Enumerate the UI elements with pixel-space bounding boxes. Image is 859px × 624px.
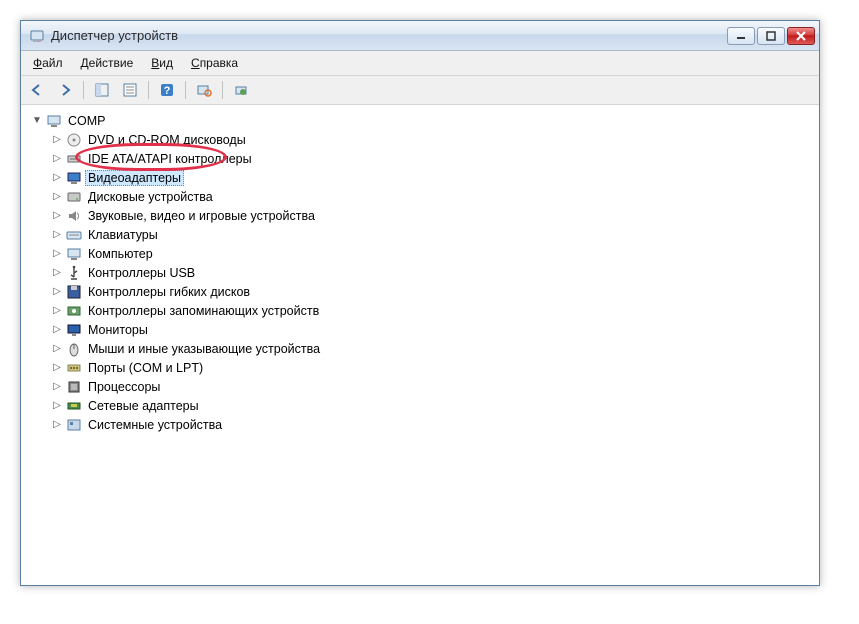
- tree-root-label: COMP: [65, 114, 109, 128]
- monitor-icon: [65, 322, 83, 338]
- display-icon: [65, 170, 83, 186]
- tree-item-label: Порты (COM и LPT): [85, 361, 206, 375]
- expand-icon[interactable]: ▷: [51, 267, 63, 278]
- system-icon: [65, 417, 83, 433]
- tree-item-label: Контроллеры USB: [85, 266, 198, 280]
- expand-icon[interactable]: ▷: [51, 400, 63, 411]
- tree-item-ports[interactable]: ▷ Порты (COM и LPT): [21, 358, 819, 377]
- scan-hardware-button[interactable]: [192, 79, 216, 101]
- tree-item-label: Мониторы: [85, 323, 151, 337]
- svg-text:?: ?: [164, 85, 171, 97]
- expand-icon[interactable]: ▷: [51, 286, 63, 297]
- expand-icon[interactable]: ▷: [51, 343, 63, 354]
- expand-icon[interactable]: ▷: [51, 134, 63, 145]
- tree-item-label: Системные устройства: [85, 418, 225, 432]
- titlebar[interactable]: Диспетчер устройств: [21, 21, 819, 51]
- expand-icon[interactable]: ▷: [51, 229, 63, 240]
- cpu-icon: [65, 379, 83, 395]
- tree-item-cpu[interactable]: ▷ Процессоры: [21, 377, 819, 396]
- toolbar-separator: [185, 81, 186, 99]
- menu-file[interactable]: Файл: [25, 53, 71, 73]
- maximize-button[interactable]: [757, 27, 785, 45]
- menu-action[interactable]: Действие: [73, 53, 142, 73]
- menu-view[interactable]: Вид: [143, 53, 181, 73]
- expand-icon[interactable]: ▷: [51, 172, 63, 183]
- window-controls: [727, 27, 815, 45]
- tree-item-label: Мыши и иные указывающие устройства: [85, 342, 323, 356]
- menubar: Файл Действие Вид Справка: [21, 51, 819, 76]
- computer-icon: [65, 246, 83, 262]
- tree-item-label: Контроллеры запоминающих устройств: [85, 304, 322, 318]
- device-tree[interactable]: ▼ COMP ▷ DVD и CD-ROM дисководы ▷ IDE ATA/A…: [21, 105, 819, 585]
- tree-item-mouse[interactable]: ▷ Мыши и иные указывающие устройства: [21, 339, 819, 358]
- toolbar-separator: [222, 81, 223, 99]
- tree-item-dvd[interactable]: ▷ DVD и CD-ROM дисководы: [21, 130, 819, 149]
- expand-icon[interactable]: ▷: [51, 153, 63, 164]
- computer-icon: [45, 113, 63, 129]
- expand-icon[interactable]: ▷: [51, 191, 63, 202]
- expand-icon[interactable]: ▷: [51, 381, 63, 392]
- sound-icon: [65, 208, 83, 224]
- usb-icon: [65, 265, 83, 281]
- hdd-icon: [65, 189, 83, 205]
- expand-icon[interactable]: ▷: [51, 248, 63, 259]
- tree-item-label: Звуковые, видео и игровые устройства: [85, 209, 318, 223]
- keyboard-icon: [65, 227, 83, 243]
- disc-icon: [65, 132, 83, 148]
- tree-root[interactable]: ▼ COMP: [21, 111, 819, 130]
- tree-item-label: Контроллеры гибких дисков: [85, 285, 253, 299]
- tree-item-storage[interactable]: ▷ Контроллеры запоминающих устройств: [21, 301, 819, 320]
- forward-button[interactable]: [53, 79, 77, 101]
- window-title: Диспетчер устройств: [51, 28, 727, 43]
- toolbar: ?: [21, 76, 819, 105]
- tree-item-computer[interactable]: ▷ Компьютер: [21, 244, 819, 263]
- close-button[interactable]: [787, 27, 815, 45]
- tree-item-label: DVD и CD-ROM дисководы: [85, 133, 249, 147]
- tree-item-label: IDE ATA/ATAPI контроллеры: [85, 152, 255, 166]
- floppy-icon: [65, 284, 83, 300]
- collapse-icon[interactable]: ▼: [31, 115, 43, 126]
- tree-item-label: Дисковые устройства: [85, 190, 216, 204]
- tree-item-label: Клавиатуры: [85, 228, 161, 242]
- expand-icon[interactable]: ▷: [51, 362, 63, 373]
- net-icon: [65, 398, 83, 414]
- show-hide-tree-button[interactable]: [90, 79, 114, 101]
- tree-item-label: Сетевые адаптеры: [85, 399, 202, 413]
- properties-button[interactable]: [118, 79, 142, 101]
- tree-item-ide[interactable]: ▷ IDE ATA/ATAPI контроллеры: [21, 149, 819, 168]
- tree-item-network[interactable]: ▷ Сетевые адаптеры: [21, 396, 819, 415]
- update-driver-button[interactable]: [229, 79, 253, 101]
- help-button[interactable]: ?: [155, 79, 179, 101]
- tree-item-monitor[interactable]: ▷ Мониторы: [21, 320, 819, 339]
- storage-icon: [65, 303, 83, 319]
- tree-item-system[interactable]: ▷ Системные устройства: [21, 415, 819, 434]
- tree-item-video[interactable]: ▷ Видеоадаптеры: [21, 168, 819, 187]
- ide-icon: [65, 151, 83, 167]
- device-manager-window: Диспетчер устройств Файл Действие Вид Сп…: [20, 20, 820, 586]
- tree-item-sound[interactable]: ▷ Звуковые, видео и игровые устройства: [21, 206, 819, 225]
- port-icon: [65, 360, 83, 376]
- back-button[interactable]: [25, 79, 49, 101]
- menu-help[interactable]: Справка: [183, 53, 246, 73]
- tree-item-floppy[interactable]: ▷ Контроллеры гибких дисков: [21, 282, 819, 301]
- tree-item-keyboard[interactable]: ▷ Клавиатуры: [21, 225, 819, 244]
- toolbar-separator: [83, 81, 84, 99]
- minimize-button[interactable]: [727, 27, 755, 45]
- expand-icon[interactable]: ▷: [51, 419, 63, 430]
- expand-icon[interactable]: ▷: [51, 305, 63, 316]
- expand-icon[interactable]: ▷: [51, 210, 63, 221]
- toolbar-separator: [148, 81, 149, 99]
- tree-item-label: Процессоры: [85, 380, 163, 394]
- app-icon: [29, 28, 45, 44]
- tree-item-label: Видеоадаптеры: [85, 170, 184, 186]
- tree-item-usb[interactable]: ▷ Контроллеры USB: [21, 263, 819, 282]
- tree-item-label: Компьютер: [85, 247, 156, 261]
- expand-icon[interactable]: ▷: [51, 324, 63, 335]
- mouse-icon: [65, 341, 83, 357]
- tree-item-disk[interactable]: ▷ Дисковые устройства: [21, 187, 819, 206]
